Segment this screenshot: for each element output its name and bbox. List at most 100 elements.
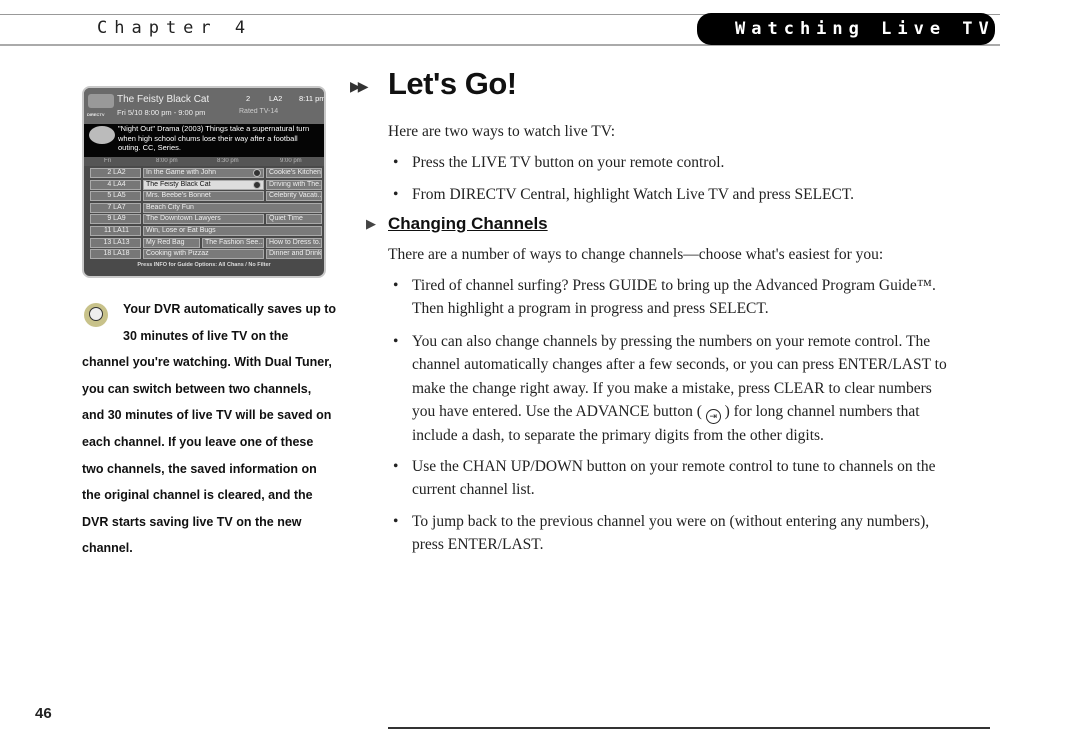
- program-title: Cookie's Kitchen: [269, 169, 321, 176]
- bullet-text: You can also change channels by pressing…: [412, 330, 992, 447]
- bullet-text: Use the CHAN UP/DOWN button on your remo…: [412, 455, 992, 502]
- sidebar-note-line: channel you're watching. With Dual Tuner…: [82, 355, 332, 370]
- guide-channel: 2 LA2: [90, 168, 141, 178]
- line: Tired of channel surfing? Press GUIDE to…: [412, 277, 936, 294]
- guide-program: The Downtown Lawyers: [143, 214, 264, 225]
- program-title: Driving with The...: [269, 180, 322, 188]
- line: current channel list.: [412, 481, 535, 499]
- bullet: •: [393, 513, 399, 530]
- guide-program: Beach City Fun: [143, 202, 322, 213]
- guide-program: Celebrity Vacati...: [266, 191, 322, 202]
- time-slot: 8:30 pm: [217, 158, 239, 164]
- program-title: In the Game with John: [146, 169, 217, 176]
- program-title: Beach City Fun: [146, 203, 194, 211]
- intro-text: Here are two ways to watch live TV:: [388, 123, 616, 140]
- sidebar-note-line: DVR starts saving live TV on the new: [82, 514, 302, 529]
- channel-name: LA2: [269, 94, 283, 103]
- program-title: Cooking with Pizzaz: [146, 250, 209, 258]
- bullet: •: [393, 154, 399, 171]
- directv-logo-icon: [88, 94, 114, 108]
- time-slot: 9:00 pm: [280, 158, 302, 164]
- program-title: Win, Lose or Eat Bugs: [146, 227, 216, 234]
- line: You can also change channels by pressing…: [412, 333, 931, 350]
- program-airtime: Fri 5/10 8:00 pm - 9:00 pm: [117, 108, 206, 117]
- satellite-dish-icon: [84, 303, 108, 327]
- guide-program: In the Game with John: [143, 168, 264, 178]
- triangle-bullet-icon: ▶: [366, 217, 376, 232]
- bullet-text: To jump back to the previous channel you…: [412, 510, 992, 557]
- advance-button-icon: ⇥: [705, 408, 721, 424]
- guide-program: Driving with The...: [266, 179, 322, 190]
- footer-rule: [388, 727, 990, 729]
- fast-forward-icon: ▶▶: [350, 79, 368, 95]
- tv-mascot-icon: [89, 126, 115, 144]
- guide-channel: 9 LA9: [90, 214, 141, 225]
- line: Use the CHAN UP/DOWN button on your remo…: [412, 458, 936, 475]
- line: make the change right away. If you make …: [412, 379, 932, 397]
- guide-channel: 5 LA5: [90, 191, 141, 202]
- record-icon: [253, 180, 261, 189]
- bullet: •: [393, 186, 399, 203]
- guide-footer: Press INFO for Guide Options: All Chans …: [137, 262, 271, 268]
- guide-program: My Red Bag: [143, 237, 200, 248]
- guide-program: Mrs. Beebe's Bonnet: [143, 191, 264, 202]
- rating: Rated TV-14: [239, 108, 279, 115]
- record-icon: [253, 169, 261, 177]
- line: you have entered. Use the ADVANCE button…: [412, 400, 992, 424]
- program-title: The Downtown Lawyers: [146, 215, 221, 223]
- guide-program: The Feisty Black Cat: [143, 179, 264, 190]
- guide-channel: 4 LA4: [90, 179, 141, 190]
- program-guide-screenshot: DIRECTV The Feisty Black Cat Fri 5/10 8:…: [82, 86, 326, 278]
- bullet: •: [393, 277, 399, 294]
- program-title: Quiet Time: [269, 215, 303, 223]
- line: press ENTER/LAST.: [412, 536, 544, 554]
- channel-number: 2: [246, 94, 251, 103]
- day-label: Fri: [104, 158, 111, 164]
- guide-program: Win, Lose or Eat Bugs: [143, 226, 322, 236]
- program-title: The Feisty Black Cat: [146, 180, 211, 188]
- guide-program: Cooking with Pizzaz: [143, 249, 264, 260]
- program-title: The Feisty Black Cat: [117, 94, 210, 105]
- guide-channel: 7 LA7: [90, 202, 141, 213]
- guide-program: Cookie's Kitchen: [266, 168, 322, 178]
- line: Then highlight a program in progress and…: [412, 300, 769, 318]
- program-description: "Night Out" Drama (2003) Things take a s…: [118, 124, 309, 153]
- page-title: Let's Go!: [388, 66, 517, 101]
- line: channel automatically changes after a fe…: [412, 356, 947, 374]
- description-line: when high school chums lose their way af…: [118, 133, 298, 143]
- sidebar-note-line: the original channel is cleared, and the: [82, 488, 313, 503]
- guide-channel: 11 LA11: [90, 226, 141, 236]
- description-line: "Night Out" Drama (2003) Things take a s…: [118, 124, 310, 133]
- line: include a dash, to separate the primary …: [412, 426, 824, 444]
- guide-program: Quiet Time: [266, 214, 322, 225]
- guide-channel: 13 LA13: [90, 237, 141, 248]
- guide-program: Dinner and Drinks: [266, 249, 322, 260]
- sidebar-note-line: 30 minutes of live TV on the: [123, 328, 289, 343]
- sidebar-note-line: two channels, the saved information on: [82, 461, 317, 476]
- text: you have entered. Use the ADVANCE button…: [412, 402, 702, 420]
- bullet-text: Press the LIVE TV button on your remote …: [412, 154, 725, 171]
- program-title: The Fashion See...: [205, 238, 264, 246]
- section-heading: Changing Channels: [388, 214, 548, 233]
- description-line: outing. CC, Series.: [118, 143, 181, 152]
- time-slot: 8:00 pm: [156, 158, 178, 164]
- section-title: Watching Live TV: [735, 19, 995, 39]
- bullet-text: From DIRECTV Central, highlight Watch Li…: [412, 186, 855, 203]
- bullet-text: Tired of channel surfing? Press GUIDE to…: [412, 274, 992, 321]
- guide-channel: 18 LA18: [90, 249, 141, 260]
- brand: DIRECTV: [87, 112, 105, 117]
- sidebar-note-line: channel.: [82, 541, 133, 556]
- sidebar-note-line: each channel. If you leave one of these: [82, 435, 314, 449]
- program-title: Mrs. Beebe's Bonnet: [146, 192, 211, 200]
- program-title: How to Dress to...: [269, 238, 322, 246]
- sidebar-note-line: you can switch between two channels,: [82, 381, 312, 396]
- clock: 8:11 pm: [299, 94, 326, 103]
- program-title: My Red Bag: [146, 238, 185, 246]
- page-number: 46: [35, 705, 52, 722]
- bullet: •: [393, 458, 399, 475]
- intro-text: There are a number of ways to change cha…: [388, 246, 884, 263]
- chapter-label: Chapter 4: [97, 18, 253, 38]
- sidebar-note-line: and 30 minutes of live TV will be saved …: [82, 408, 332, 423]
- program-title: Dinner and Drinks: [269, 250, 322, 258]
- text: ) for long channel numbers that: [724, 402, 920, 420]
